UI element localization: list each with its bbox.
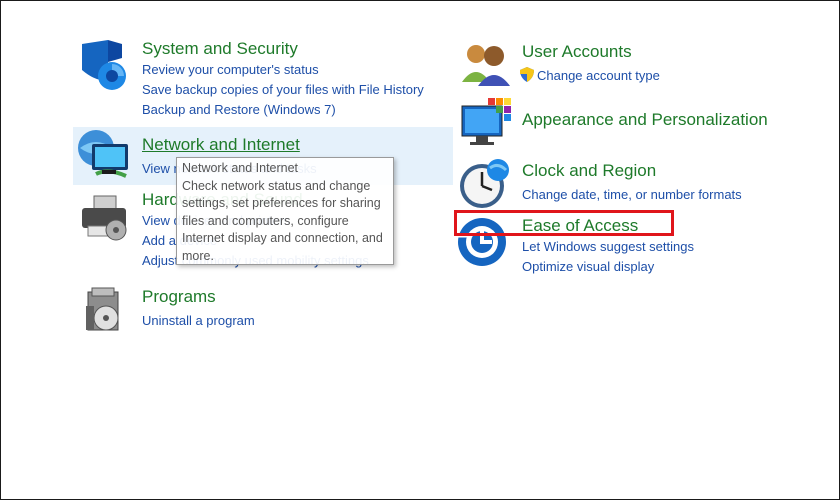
uac-shield-icon [520, 67, 534, 85]
change-account-type-link[interactable]: Change account type [520, 67, 660, 85]
shield-icon[interactable] [78, 40, 134, 96]
programs-icon[interactable] [82, 284, 138, 340]
printer-icon[interactable] [76, 192, 132, 248]
programs-title[interactable]: Programs [142, 287, 216, 307]
system-security-title[interactable]: System and Security [142, 39, 298, 59]
date-time-formats-link[interactable]: Change date, time, or number formats [522, 187, 742, 202]
ease-of-access-annotation-box [454, 210, 674, 236]
tooltip-text: Network and Internet Check network statu… [182, 161, 383, 263]
appearance-title[interactable]: Appearance and Personalization [522, 110, 768, 130]
user-accounts-title[interactable]: User Accounts [522, 42, 632, 62]
clock-icon[interactable] [458, 156, 514, 212]
network-internet-title[interactable]: Network and Internet [142, 135, 300, 155]
optimize-visual-display-link[interactable]: Optimize visual display [522, 259, 654, 274]
clock-region-title[interactable]: Clock and Region [522, 161, 656, 181]
review-status-link[interactable]: Review your computer's status [142, 62, 319, 77]
network-globe-icon[interactable] [76, 128, 132, 184]
file-history-link[interactable]: Save backup copies of your files with Fi… [142, 82, 424, 97]
uninstall-program-link[interactable]: Uninstall a program [142, 313, 255, 328]
windows-suggest-settings-link[interactable]: Let Windows suggest settings [522, 239, 694, 254]
network-tooltip: Network and Internet Check network statu… [176, 157, 394, 265]
backup-restore-link[interactable]: Backup and Restore (Windows 7) [142, 102, 336, 117]
appearance-monitor-icon[interactable] [460, 96, 516, 152]
change-account-type-label: Change account type [537, 68, 660, 83]
users-icon[interactable] [460, 42, 516, 98]
